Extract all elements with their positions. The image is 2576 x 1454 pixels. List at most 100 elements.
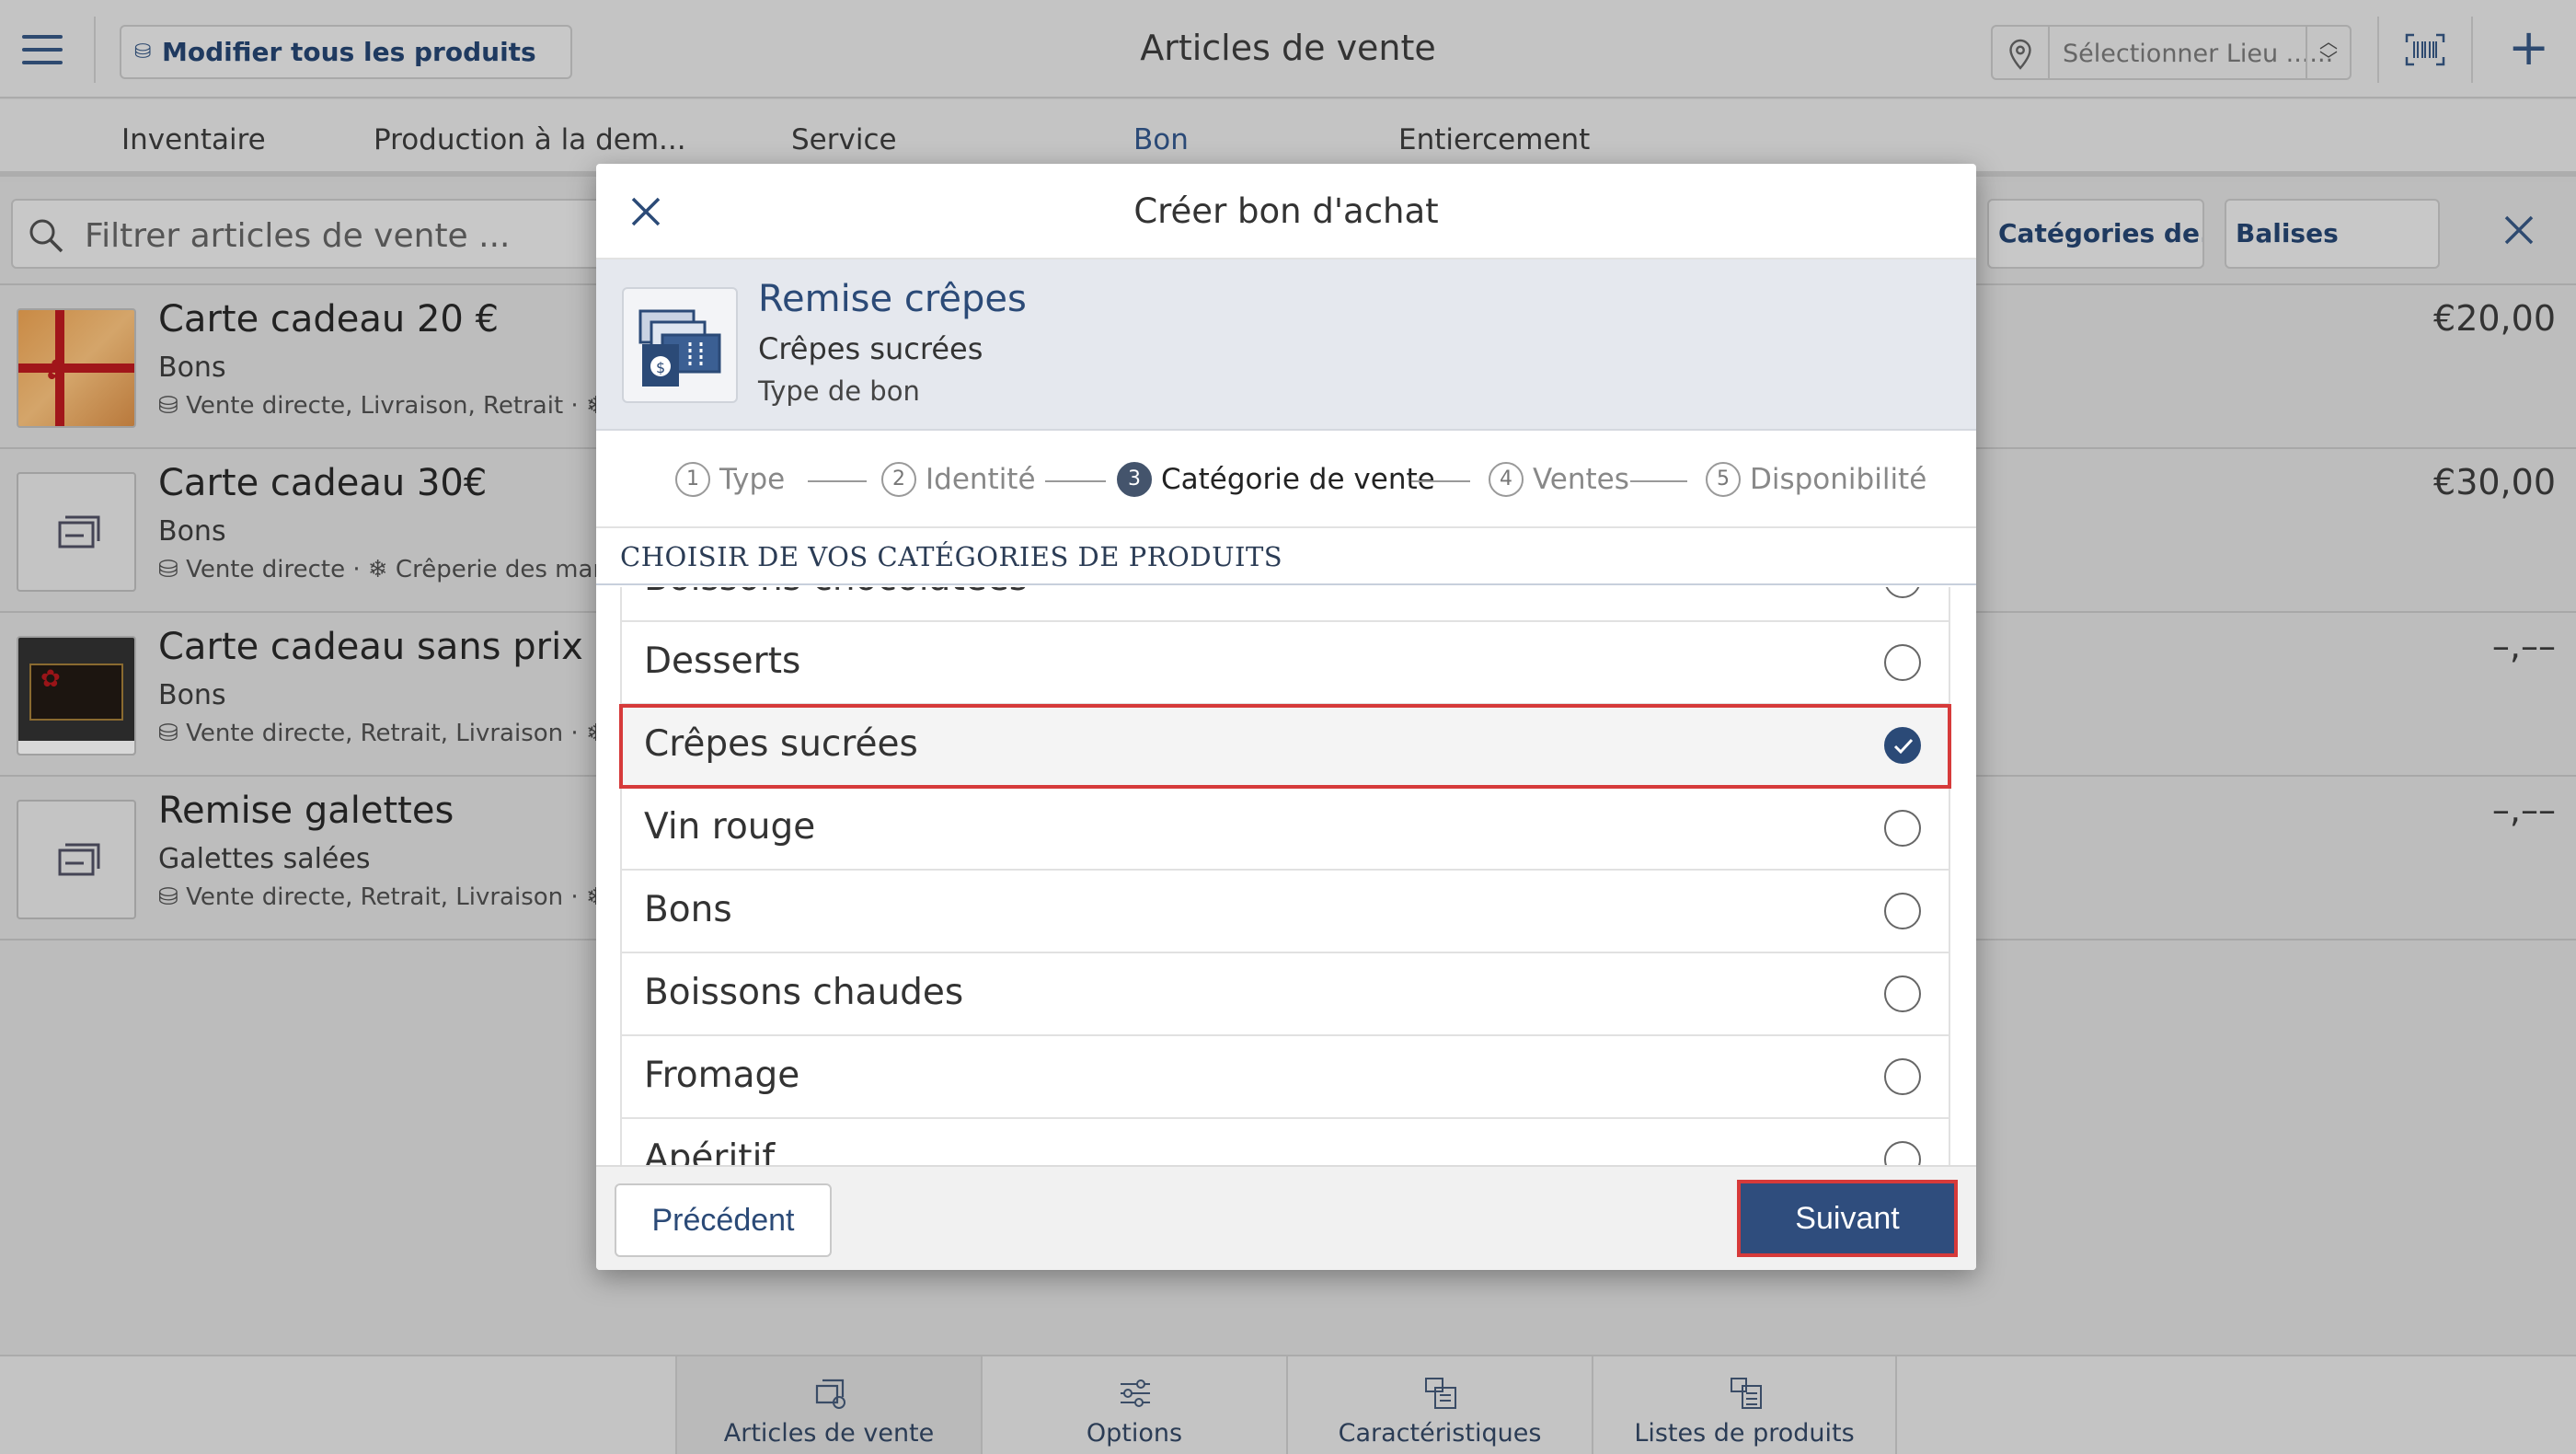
filter-placeholder: Filtrer articles de vente ... bbox=[85, 217, 511, 255]
tab-service[interactable]: Service bbox=[791, 123, 897, 156]
checkmark-icon bbox=[1893, 738, 1914, 755]
step-number: 2 bbox=[881, 462, 916, 497]
step-connector bbox=[1045, 480, 1106, 482]
tab-production[interactable]: Production à la dem... bbox=[374, 123, 686, 156]
radio-button[interactable] bbox=[1884, 1058, 1921, 1095]
category-option[interactable]: Desserts bbox=[620, 622, 1950, 705]
location-placeholder: Sélectionner Lieu ...... bbox=[2063, 40, 2334, 68]
nav-options[interactable]: Options bbox=[981, 1356, 1286, 1454]
nav-characteristics[interactable]: Caractéristiques bbox=[1286, 1356, 1592, 1454]
step-label: Type bbox=[719, 463, 786, 496]
categories-filter-chip[interactable]: Catégories de... bbox=[1987, 199, 2204, 269]
menu-icon[interactable] bbox=[22, 35, 63, 64]
divider bbox=[2377, 17, 2379, 83]
step-number: 5 bbox=[1706, 462, 1741, 497]
barcode-scan-icon[interactable] bbox=[2405, 33, 2445, 66]
step-identity[interactable]: 2 Identité bbox=[881, 462, 1036, 499]
next-button[interactable]: Suivant bbox=[1737, 1180, 1958, 1257]
category-option[interactable]: Boissons chaudes bbox=[620, 953, 1950, 1036]
item-price: €30,00 bbox=[2433, 462, 2556, 502]
radio-button[interactable] bbox=[1884, 587, 1921, 598]
item-price: –,–– bbox=[2491, 790, 2556, 830]
product-type: Type de bon bbox=[758, 375, 920, 407]
product-summary: $ Remise crêpes Crêpes sucrées Type de b… bbox=[596, 260, 1976, 431]
modify-all-products-button[interactable]: ⛁ Modifier tous les produits bbox=[120, 25, 572, 79]
category-label: Crêpes sucrées bbox=[644, 723, 918, 765]
category-label: Bons bbox=[644, 889, 732, 930]
radio-button[interactable] bbox=[1884, 644, 1921, 681]
dialog-header: Créer bon d'achat bbox=[596, 164, 1976, 260]
item-meta: ⛁ Vente directe, Retrait, Livraison · ❄ … bbox=[158, 883, 640, 911]
tab-inventaire[interactable]: Inventaire bbox=[121, 123, 266, 156]
step-type[interactable]: 1 Type bbox=[675, 462, 785, 499]
nav-label: Caractéristiques bbox=[1338, 1419, 1542, 1448]
step-number: 1 bbox=[675, 462, 710, 497]
filter-search-input[interactable]: Filtrer articles de vente ... bbox=[11, 199, 618, 269]
item-meta: ⛁ Vente directe, Livraison, Retrait · ❄ … bbox=[158, 392, 640, 420]
category-option[interactable]: Vin rouge bbox=[620, 788, 1950, 871]
nav-product-lists[interactable]: Listes de produits bbox=[1592, 1356, 1897, 1454]
radio-button[interactable] bbox=[1884, 893, 1921, 929]
step-label: Identité bbox=[926, 463, 1036, 496]
tab-entiercement[interactable]: Entiercement bbox=[1398, 123, 1590, 156]
add-button[interactable]: + bbox=[2508, 20, 2549, 75]
step-label: Disponibilité bbox=[1750, 463, 1927, 496]
item-category: Bons bbox=[158, 679, 226, 711]
step-sales[interactable]: 4 Ventes bbox=[1489, 462, 1629, 499]
voucher-icon: $ bbox=[622, 287, 738, 403]
category-list-scroll[interactable]: Boissons chocolatées Desserts Crêpes suc… bbox=[619, 587, 1951, 1202]
gift-card-image: ✿ bbox=[17, 636, 136, 756]
radio-button[interactable] bbox=[1884, 975, 1921, 1012]
category-label: Vin rouge bbox=[644, 806, 816, 848]
sliders-icon bbox=[1121, 1379, 1150, 1407]
section-title: CHOISIR DE VOS CATÉGORIES DE PRODUITS bbox=[620, 541, 1283, 572]
nav-label: Listes de produits bbox=[1634, 1419, 1855, 1448]
dialog-footer: Précédent Suivant bbox=[596, 1165, 1976, 1270]
create-voucher-dialog: Créer bon d'achat $ Remise crêpes Crêpes… bbox=[596, 164, 1976, 1270]
radio-button[interactable] bbox=[1884, 810, 1921, 847]
nav-label: Options bbox=[1086, 1419, 1183, 1448]
chevron-updown-icon: ︿ ﹀ bbox=[2319, 30, 2338, 71]
tag-icon: ⛁ bbox=[158, 883, 187, 911]
tag-icon: ⛁ bbox=[158, 556, 187, 583]
tags-filter-chip[interactable]: Balises bbox=[2225, 199, 2440, 269]
page-title: Articles de vente bbox=[1140, 28, 1436, 68]
nav-sales-items[interactable]: Articles de vente bbox=[675, 1356, 981, 1454]
tag-icon: ⛁ bbox=[158, 392, 187, 420]
radio-button-checked[interactable] bbox=[1884, 727, 1921, 764]
category-label: Boissons chocolatées bbox=[644, 587, 1028, 599]
product-category: Crêpes sucrées bbox=[758, 331, 983, 366]
bottom-nav: Articles de vente Options Caractéristiqu… bbox=[0, 1355, 2576, 1454]
step-availability[interactable]: 5 Disponibilité bbox=[1706, 462, 1926, 499]
tab-bon[interactable]: Bon bbox=[1133, 123, 1189, 156]
section-heading: CHOISIR DE VOS CATÉGORIES DE PRODUITS bbox=[596, 528, 1976, 585]
divider bbox=[2471, 17, 2473, 83]
divider bbox=[2306, 27, 2307, 78]
step-connector bbox=[808, 480, 867, 482]
category-option-selected[interactable]: Crêpes sucrées bbox=[619, 704, 1951, 789]
gift-card-image: ✿ bbox=[17, 308, 136, 428]
category-label: Desserts bbox=[644, 640, 801, 682]
product-name: Remise crêpes bbox=[758, 278, 1027, 320]
item-name: Carte cadeau sans prix bbox=[158, 626, 583, 668]
location-select[interactable]: Sélectionner Lieu ...... ︿ ﹀ bbox=[1991, 25, 2352, 80]
voucher-placeholder-image bbox=[17, 800, 136, 919]
step-connector bbox=[1411, 480, 1470, 482]
category-option[interactable]: Bons bbox=[620, 871, 1950, 953]
category-option[interactable]: Boissons chocolatées bbox=[620, 587, 1950, 622]
close-icon[interactable] bbox=[2499, 210, 2539, 250]
dialog-title: Créer bon d'achat bbox=[1133, 191, 1439, 231]
divider bbox=[94, 17, 96, 83]
tag-icon: ⛁ bbox=[134, 40, 152, 63]
top-bar: ⛁ Modifier tous les produits Articles de… bbox=[0, 0, 2576, 98]
step-sales-category[interactable]: 3 Catégorie de vente bbox=[1117, 462, 1435, 499]
voucher-placeholder-image bbox=[17, 472, 136, 592]
divider bbox=[2048, 27, 2050, 78]
previous-button[interactable]: Précédent bbox=[615, 1183, 832, 1257]
item-category: Bons bbox=[158, 352, 226, 384]
item-name: Remise galettes bbox=[158, 790, 454, 832]
item-name: Carte cadeau 30€ bbox=[158, 462, 488, 504]
step-label: Catégorie de vente bbox=[1161, 463, 1435, 496]
modify-all-label: Modifier tous les produits bbox=[162, 37, 536, 67]
category-option[interactable]: Fromage bbox=[620, 1036, 1950, 1119]
